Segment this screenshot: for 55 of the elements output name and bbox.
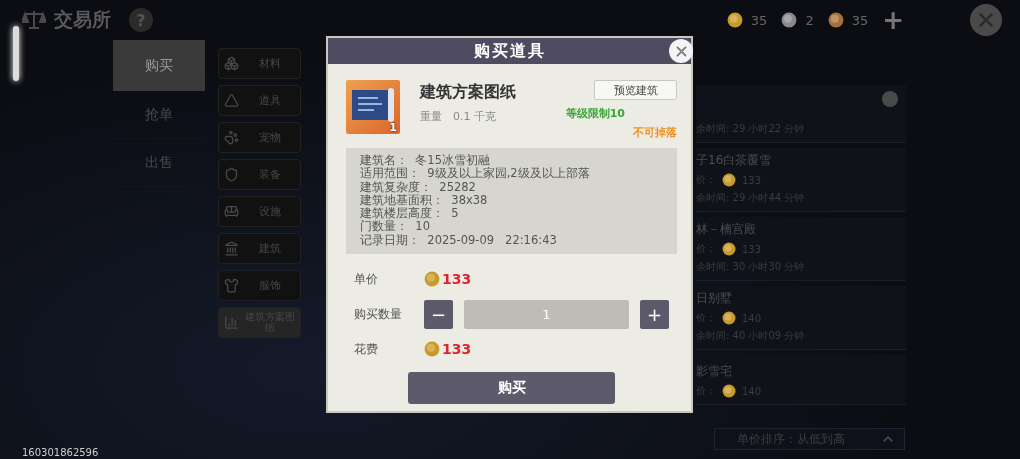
preview-button[interactable]: 预览建筑	[594, 80, 677, 100]
detail-line: 适用范围： 9级及以上家园,2级及以上部落	[360, 167, 591, 181]
unit-price-label: 单价	[353, 270, 379, 288]
currency-amount: 35	[750, 12, 768, 28]
coin-icon	[827, 12, 844, 28]
shirt-icon	[224, 278, 239, 293]
buy-button[interactable]: 购买	[408, 372, 615, 404]
total-cost: 133	[442, 341, 472, 357]
coin-icon	[781, 12, 798, 28]
minus-button[interactable]: −	[424, 299, 453, 329]
coin-icon	[722, 173, 736, 187]
coin-icon	[722, 311, 736, 325]
coin-icon	[424, 271, 440, 287]
plus-button[interactable]: +	[640, 299, 669, 329]
close-icon[interactable]	[674, 44, 688, 58]
nav-tab[interactable]: 出售	[113, 139, 205, 187]
player-id: 160301862596	[22, 447, 99, 458]
item-name: 建筑方案图纸	[420, 82, 516, 103]
boxes-icon	[224, 56, 239, 71]
dialog-title: 购买道具	[328, 38, 691, 64]
detail-line: 门数量： 10	[360, 220, 431, 234]
sofa-icon	[224, 204, 239, 219]
nav-tab[interactable]: 购买	[113, 40, 205, 91]
help-button[interactable]: ?	[129, 8, 153, 32]
close-icon[interactable]	[977, 11, 995, 29]
detail-line: 记录日期： 2025-09-09 22:16:43	[360, 233, 558, 248]
coin-icon	[424, 341, 440, 357]
level-limit: 等级限制10	[565, 106, 625, 121]
detail-line: 建筑楼层高度： 5	[360, 207, 460, 221]
coin-icon	[722, 242, 736, 256]
item-weight: 重量 0.1 千克	[420, 109, 497, 124]
coin-icon	[722, 384, 736, 398]
coin-icon	[726, 12, 743, 28]
bars-icon	[224, 315, 239, 330]
detail-line: 建筑复杂度： 25282	[360, 180, 477, 194]
nav-tab[interactable]: 抢单	[113, 91, 205, 139]
listing-title: 日别墅	[696, 290, 733, 307]
currency-amount: 2	[805, 12, 814, 28]
page-title: 交易所	[54, 7, 111, 32]
detail-line: 建筑地基面积： 38x38	[360, 193, 489, 207]
quantity-field[interactable]: 1	[464, 299, 629, 329]
scrollbar-handle[interactable]	[13, 26, 19, 81]
item-count: 1	[389, 121, 397, 134]
columns-icon	[224, 241, 239, 256]
add-button[interactable]: +	[882, 7, 904, 33]
quantity-label: 购买数量	[353, 305, 403, 323]
shield-icon	[224, 167, 239, 182]
triangle-icon	[224, 93, 239, 108]
cost-label: 花费	[353, 340, 379, 358]
unit-price: 133	[442, 271, 472, 287]
paw-icon	[224, 130, 239, 145]
currency-amount: 35	[851, 12, 869, 28]
scales-icon	[22, 10, 46, 30]
detail-line: 建筑名： 冬15冰雪初融	[360, 154, 491, 167]
drop-note: 不可掉落	[633, 125, 677, 140]
